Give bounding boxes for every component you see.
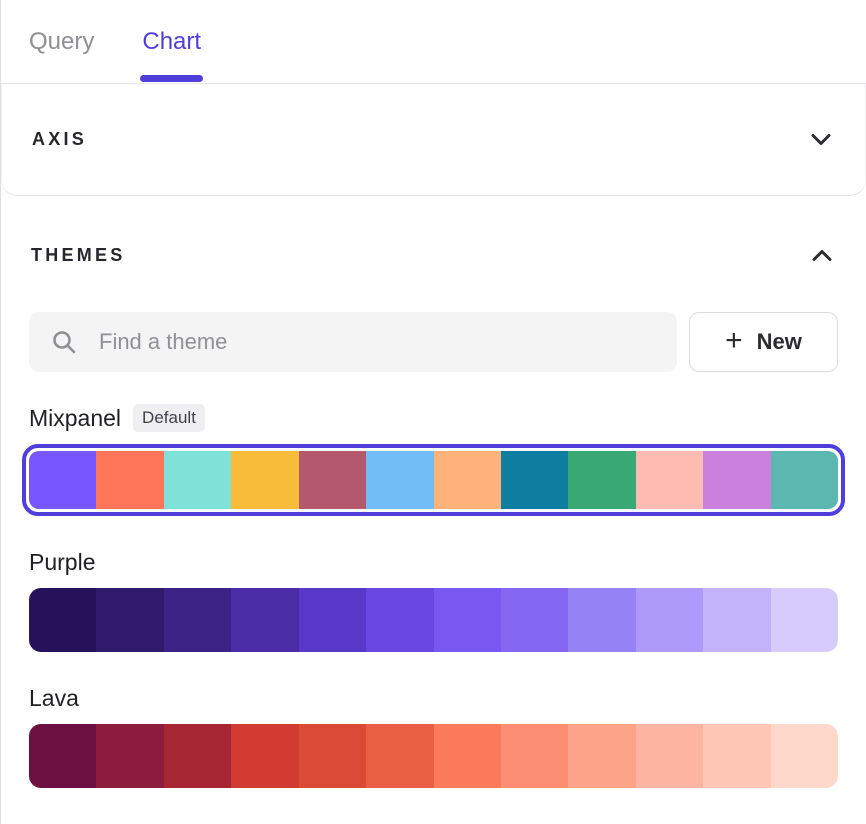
- theme-palette-mixpanel[interactable]: [29, 451, 838, 509]
- color-swatch: [29, 724, 96, 788]
- tab-query[interactable]: Query: [29, 0, 94, 83]
- new-theme-button[interactable]: + New: [689, 312, 838, 372]
- color-swatch: [434, 451, 501, 509]
- color-swatch: [366, 588, 433, 652]
- color-swatch: [434, 588, 501, 652]
- color-swatch: [771, 724, 838, 788]
- color-swatch: [636, 588, 703, 652]
- theme-label-row: Lava: [29, 680, 838, 716]
- section-axis: AXIS: [1, 84, 866, 196]
- theme-label-row: Mixpanel Default: [29, 400, 838, 436]
- theme-search-box: [29, 312, 677, 372]
- color-swatch: [231, 451, 298, 509]
- color-swatch: [299, 588, 366, 652]
- section-themes: THEMES + New Mixp: [1, 212, 866, 824]
- color-swatch: [299, 724, 366, 788]
- color-swatch: [568, 451, 635, 509]
- color-swatch: [434, 724, 501, 788]
- color-swatch: [771, 451, 838, 509]
- color-swatch: [29, 451, 96, 509]
- search-icon: [51, 329, 77, 355]
- chevron-down-icon[interactable]: [807, 129, 835, 150]
- color-swatch: [164, 724, 231, 788]
- selected-theme-ring: [22, 444, 845, 516]
- color-swatch: [29, 588, 96, 652]
- color-swatch: [703, 451, 770, 509]
- color-swatch: [96, 724, 163, 788]
- color-swatch: [164, 451, 231, 509]
- chart-settings-pane: Query Chart AXIS THEMES: [0, 0, 866, 824]
- default-badge: Default: [133, 404, 205, 432]
- theme-search-row: + New: [29, 312, 838, 372]
- color-swatch: [231, 724, 298, 788]
- theme-list: Mixpanel Default Purple Lava Mist: [29, 400, 838, 824]
- color-swatch: [366, 724, 433, 788]
- color-swatch: [501, 451, 568, 509]
- axis-section-title: AXIS: [32, 129, 87, 150]
- theme-palette-lava[interactable]: [29, 724, 838, 788]
- new-theme-button-label: New: [757, 329, 802, 355]
- color-swatch: [164, 588, 231, 652]
- color-swatch: [501, 724, 568, 788]
- color-swatch: [703, 724, 770, 788]
- chevron-up-icon[interactable]: [808, 245, 836, 266]
- color-swatch: [501, 588, 568, 652]
- color-swatch: [636, 451, 703, 509]
- theme-label-row: Purple: [29, 544, 838, 580]
- tab-bar: Query Chart: [1, 0, 866, 84]
- themes-section-header: THEMES: [29, 230, 838, 280]
- theme-name: Mist: [29, 821, 71, 824]
- themes-section-title: THEMES: [31, 245, 125, 266]
- color-swatch: [366, 451, 433, 509]
- plus-icon: +: [725, 326, 743, 356]
- tab-chart[interactable]: Chart: [142, 0, 201, 83]
- color-swatch: [231, 588, 298, 652]
- theme-name: Purple: [29, 549, 95, 576]
- color-swatch: [96, 588, 163, 652]
- color-swatch: [299, 451, 366, 509]
- color-swatch: [771, 588, 838, 652]
- color-swatch: [568, 724, 635, 788]
- color-swatch: [96, 451, 163, 509]
- theme-label-row: Mist: [29, 816, 838, 824]
- theme-palette-purple[interactable]: [29, 588, 838, 652]
- theme-name: Lava: [29, 685, 79, 712]
- color-swatch: [703, 588, 770, 652]
- color-swatch: [636, 724, 703, 788]
- theme-name: Mixpanel: [29, 405, 121, 432]
- color-swatch: [568, 588, 635, 652]
- theme-search-input[interactable]: [97, 328, 655, 356]
